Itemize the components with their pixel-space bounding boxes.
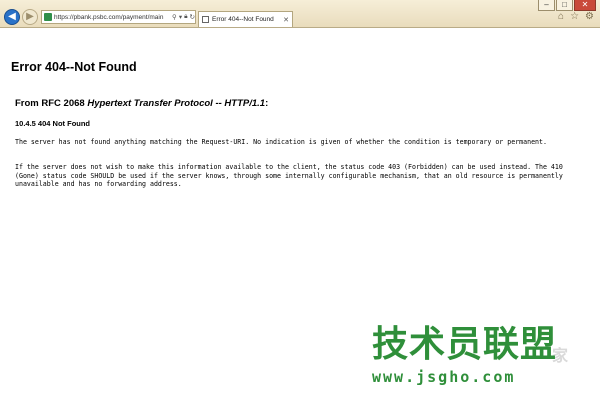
gear-icon[interactable]: ⚙ [585, 12, 594, 22]
minimize-icon[interactable]: – [538, 0, 555, 11]
watermark-text: 技术员联盟 [372, 324, 558, 365]
dropdown-icon[interactable]: ▾ [179, 13, 182, 21]
tab-close-icon[interactable]: ✕ [283, 16, 289, 24]
address-url[interactable]: https://pbank.psbc.com/payment/main [54, 14, 170, 21]
browser-chrome: – □ ✕ ◀ ▶ https://pbank.psbc.com/payment… [0, 0, 600, 28]
back-button[interactable]: ◀ [4, 9, 20, 25]
section-heading: 10.4.5 404 Not Found [15, 119, 91, 128]
star-icon[interactable]: ☆ [570, 12, 579, 22]
page-icon [202, 16, 209, 23]
rfc-heading-protocol: Hypertext Transfer Protocol -- HTTP/1.1 [87, 98, 266, 109]
paragraph-2: If the server does not wish to make this… [15, 163, 563, 189]
back-icon: ◀ [8, 11, 16, 22]
window-controls: – □ ✕ [537, 0, 596, 11]
tab-title: Error 404--Not Found [212, 16, 274, 23]
rfc-heading-prefix: From RFC 2068 [15, 98, 88, 109]
lock-icon[interactable]: 🔒︎ [184, 13, 187, 21]
search-icon[interactable]: ⚲ [172, 13, 177, 21]
forward-icon: ▶ [26, 11, 34, 22]
watermark-url: www.jsgho.com [372, 368, 516, 386]
toolbar-icons: ⌂ ☆ ⚙ [552, 12, 594, 22]
close-icon[interactable]: ✕ [574, 0, 596, 11]
address-bar[interactable]: https://pbank.psbc.com/payment/main ⚲ ▾ … [41, 10, 196, 24]
maximize-icon[interactable]: □ [556, 0, 573, 11]
page-title: Error 404--Not Found [11, 60, 137, 74]
rfc-heading-suffix: : [265, 98, 269, 109]
refresh-icon[interactable]: ↻ [190, 13, 195, 21]
tab-active[interactable]: Error 404--Not Found ✕ [198, 11, 293, 27]
paragraph-1: The server has not found anything matchi… [15, 138, 547, 146]
home-icon[interactable]: ⌂ [558, 12, 564, 22]
site-favicon-icon [44, 13, 52, 21]
forward-button[interactable]: ▶ [22, 9, 38, 25]
rfc-heading: From RFC 2068 Hypertext Transfer Protoco… [15, 98, 268, 109]
